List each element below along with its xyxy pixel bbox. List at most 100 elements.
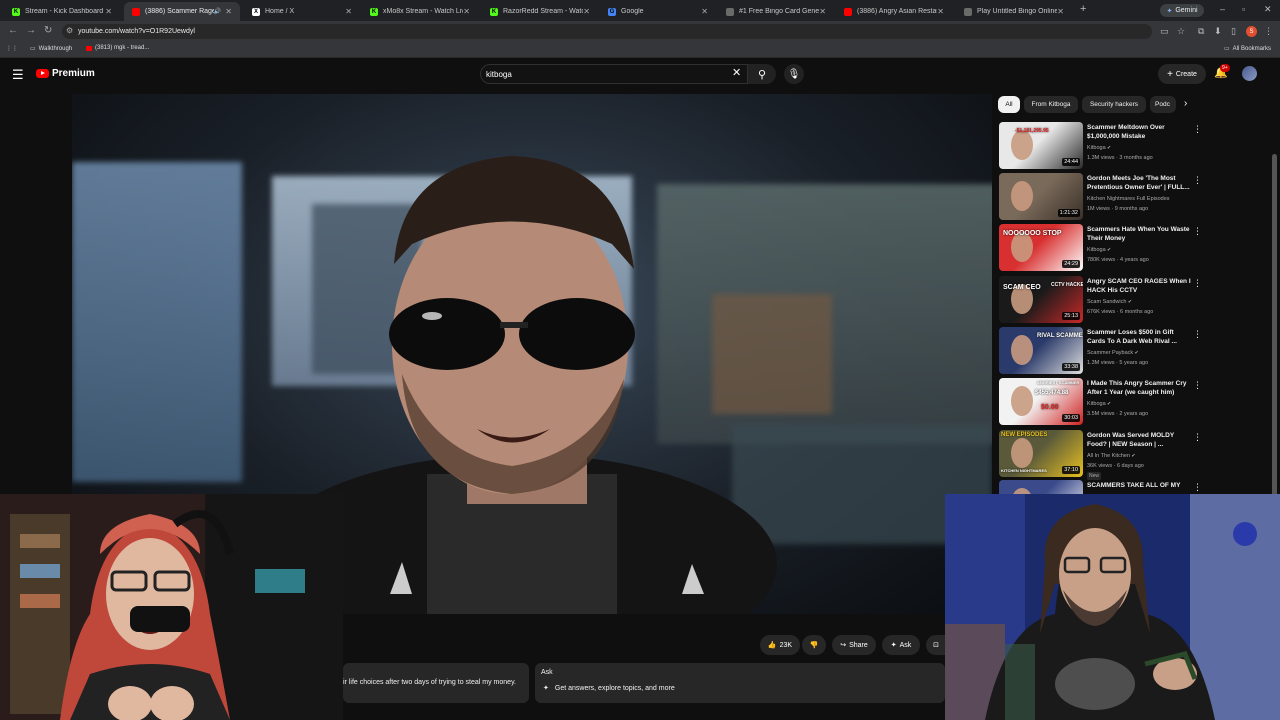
recommendation-item[interactable]: 1:21:32 Gordon Meets Joe 'The Most Preten… [999,173,1209,221]
url-field[interactable]: ⚙ youtube.com/watch?v=O1R92Uewdyl [62,24,1152,39]
close-window-icon[interactable]: ✕ [1264,4,1272,15]
tab-4[interactable]: K RazorRedd Stream - Watch Live✕ [482,2,598,21]
page-scrollbar[interactable] [1272,154,1277,500]
clear-search-icon[interactable]: ✕ [732,66,741,79]
browser-menu-icon[interactable]: ⋮ [1264,26,1273,37]
chip-podcasts[interactable]: Podc [1150,96,1176,113]
video-thumbnail[interactable]: -$1,181,295.95 24:44 [999,122,1083,169]
close-tab-icon[interactable]: ✕ [345,7,352,16]
recommendation-title[interactable]: Scammer Meltdown Over $1,000,000 Mistake [1087,123,1191,141]
more-options-icon[interactable]: ⋮ [1193,226,1202,237]
tab-2[interactable]: X Home / X ✕ [244,2,360,21]
like-button[interactable]: 👍 23K [760,635,800,655]
reload-icon[interactable]: ↻ [44,25,52,36]
close-tab-icon[interactable]: ✕ [463,7,470,16]
recommendation-title[interactable]: I Made This Angry Scammer Cry After 1 Ye… [1087,379,1191,397]
dislike-button[interactable]: 👎 [802,635,826,655]
tab-8[interactable]: Play Untitled Bingo Online | Bin✕ [956,2,1072,21]
close-tab-icon[interactable]: ✕ [225,7,232,16]
recommendation-item[interactable]: NEW EPISODES KITCHEN NIGHTMARES 37:10 Gordo… [999,430,1209,480]
tab-3[interactable]: KxMo8x Stream - Watch Live on✕ [362,2,478,21]
close-tab-icon[interactable]: ✕ [701,7,708,16]
more-options-icon[interactable]: ⋮ [1193,175,1202,186]
ask-prompt-button[interactable]: ✦ Get answers, explore topics, and more [543,684,675,693]
tab-7[interactable]: (3886) Angry Asian Restaurant✕ [836,2,952,21]
tab-1[interactable]: (3886) Scammer Rages Lo🔊 ✕ [124,2,240,21]
video-thumbnail[interactable]: NEW EPISODES KITCHEN NIGHTMARES 37:10 [999,430,1083,477]
tab-6[interactable]: #1 Free Bingo Card Generator✕ [718,2,834,21]
chip-security-hackers[interactable]: Security hackers [1082,96,1146,113]
video-thumbnail[interactable]: 1:21:32 [999,173,1083,220]
close-tab-icon[interactable]: ✕ [937,7,944,16]
bookmark-star-icon[interactable]: ☆ [1177,26,1185,37]
close-tab-icon[interactable]: ✕ [819,7,826,16]
channel-name[interactable]: Kitboga ✔ [1087,145,1111,151]
close-tab-icon[interactable]: ✕ [105,7,112,16]
search-button[interactable]: ⚲ [748,64,776,84]
recommendation-item[interactable]: SCAM CEO CCTV HACKED 25:13 Angry SCAM CEO R… [999,276,1209,324]
recommendation-title[interactable]: Gordon Was Served MOLDY Food? | NEW Seas… [1087,431,1191,449]
more-options-icon[interactable]: ⋮ [1193,482,1202,493]
bookmark-walkthrough[interactable]: ▭ Walkthrough [30,45,72,53]
recommendation-item[interactable]: -$1,181,295.95 24:44 Scammer Meltdown Over… [999,122,1209,170]
chip-from-kitboga[interactable]: From Kitboga [1024,96,1078,113]
search-input[interactable]: kitboga [480,64,748,84]
channel-name[interactable]: All In The Kitchen ✔ [1087,453,1136,459]
more-options-icon[interactable]: ⋮ [1193,432,1202,443]
speaker-icon[interactable]: 🔊 [214,8,221,15]
tab-5[interactable]: G Google ✕ [600,2,716,21]
duration-badge: 24:44 [1062,158,1080,166]
video-thumbnail[interactable]: NOOOOOO STOP 24:29 [999,224,1083,271]
extensions-icon[interactable]: ⧉ [1198,26,1204,37]
video-thumbnail[interactable]: RIVAL SCAMMERS?! 33:38 [999,327,1083,374]
youtube-premium-logo[interactable]: Premium [36,68,95,79]
chips-next-icon[interactable]: › [1184,98,1187,109]
more-options-icon[interactable]: ⋮ [1193,329,1202,340]
channel-name[interactable]: Scammer Payback ✔ [1087,350,1139,356]
recommendation-item[interactable]: RIVAL SCAMMERS?! 33:38 Scammer Loses $500 … [999,327,1209,375]
recommendation-title[interactable]: Scammer Loses $500 in Gift Cards To A Da… [1087,328,1191,346]
profile-avatar[interactable]: S [1246,26,1257,37]
share-button[interactable]: ↪ Share [832,635,876,655]
close-tab-icon[interactable]: ✕ [1057,7,1064,16]
channel-name[interactable]: Kitboga ✔ [1087,247,1111,253]
more-options-icon[interactable]: ⋮ [1193,380,1202,391]
voice-search-button[interactable]: 🎙 [784,64,804,84]
downloads-icon[interactable]: ⬇ [1214,26,1222,37]
site-info-icon[interactable]: ⚙ [66,26,73,35]
cast-icon[interactable]: ▭ [1160,26,1169,37]
recommendation-title[interactable]: Scammers Hate When You Waste Their Money [1087,225,1191,243]
account-avatar[interactable] [1242,66,1257,81]
tab-title: (3886) Angry Asian Restaurant [857,8,937,15]
more-options-icon[interactable]: ⋮ [1193,278,1202,289]
tab-0[interactable]: K Stream - Kick Dashboard ✕ [4,2,120,21]
more-options-icon[interactable]: ⋮ [1193,124,1202,135]
all-bookmarks[interactable]: ▭ All Bookmarks [1224,45,1271,53]
channel-name[interactable]: Kitboga ✔ [1087,401,1111,407]
back-icon[interactable]: ← [8,25,18,36]
recommendation-title[interactable]: Angry SCAM CEO RAGES When I HACK His CCT… [1087,277,1191,295]
apps-icon[interactable]: ⋮⋮ [6,45,18,52]
ask-button[interactable]: ✦ Ask [882,635,920,655]
recommendation-item[interactable]: NOOOOOO STOP 24:29 Scammers Hate When You … [999,224,1209,272]
recommendation-title[interactable]: Gordon Meets Joe 'The Most Pretentious O… [1087,174,1191,192]
new-tab-icon[interactable]: + [1080,3,1086,15]
gemini-button[interactable]: ✦ Gemini [1160,4,1204,17]
minimize-icon[interactable]: – [1220,4,1225,14]
maximize-icon[interactable]: ▫ [1242,4,1245,14]
forward-icon[interactable]: → [26,25,36,36]
chip-all[interactable]: All [998,96,1020,113]
video-thumbnail[interactable]: ANGRIEST SCAMMER $455,474.88 $0.00 30:03 [999,378,1083,425]
channel-name[interactable]: Scam Sandwich ✔ [1087,299,1132,305]
hamburger-menu-icon[interactable]: ☰ [12,67,24,83]
recommendation-item[interactable]: ANGRIEST SCAMMER $455,474.88 $0.00 30:03 I M… [999,378,1209,426]
bookmark-mgk[interactable]: (3813) mgk - tread... [86,45,149,51]
save-button[interactable]: ⊡ [926,635,946,655]
video-thumbnail[interactable]: SCAM CEO CCTV HACKED 25:13 [999,276,1083,323]
channel-name[interactable]: Kitchen Nightmares Full Episodes [1087,196,1170,202]
description-box[interactable]: ir life choices after two days of trying… [343,663,529,703]
sidebar-icon[interactable]: ▯ [1231,26,1236,37]
recommendation-title[interactable]: SCAMMERS TAKE ALL OF MY [1087,481,1191,490]
create-button[interactable]: + Create [1158,64,1206,84]
close-tab-icon[interactable]: ✕ [583,7,590,16]
